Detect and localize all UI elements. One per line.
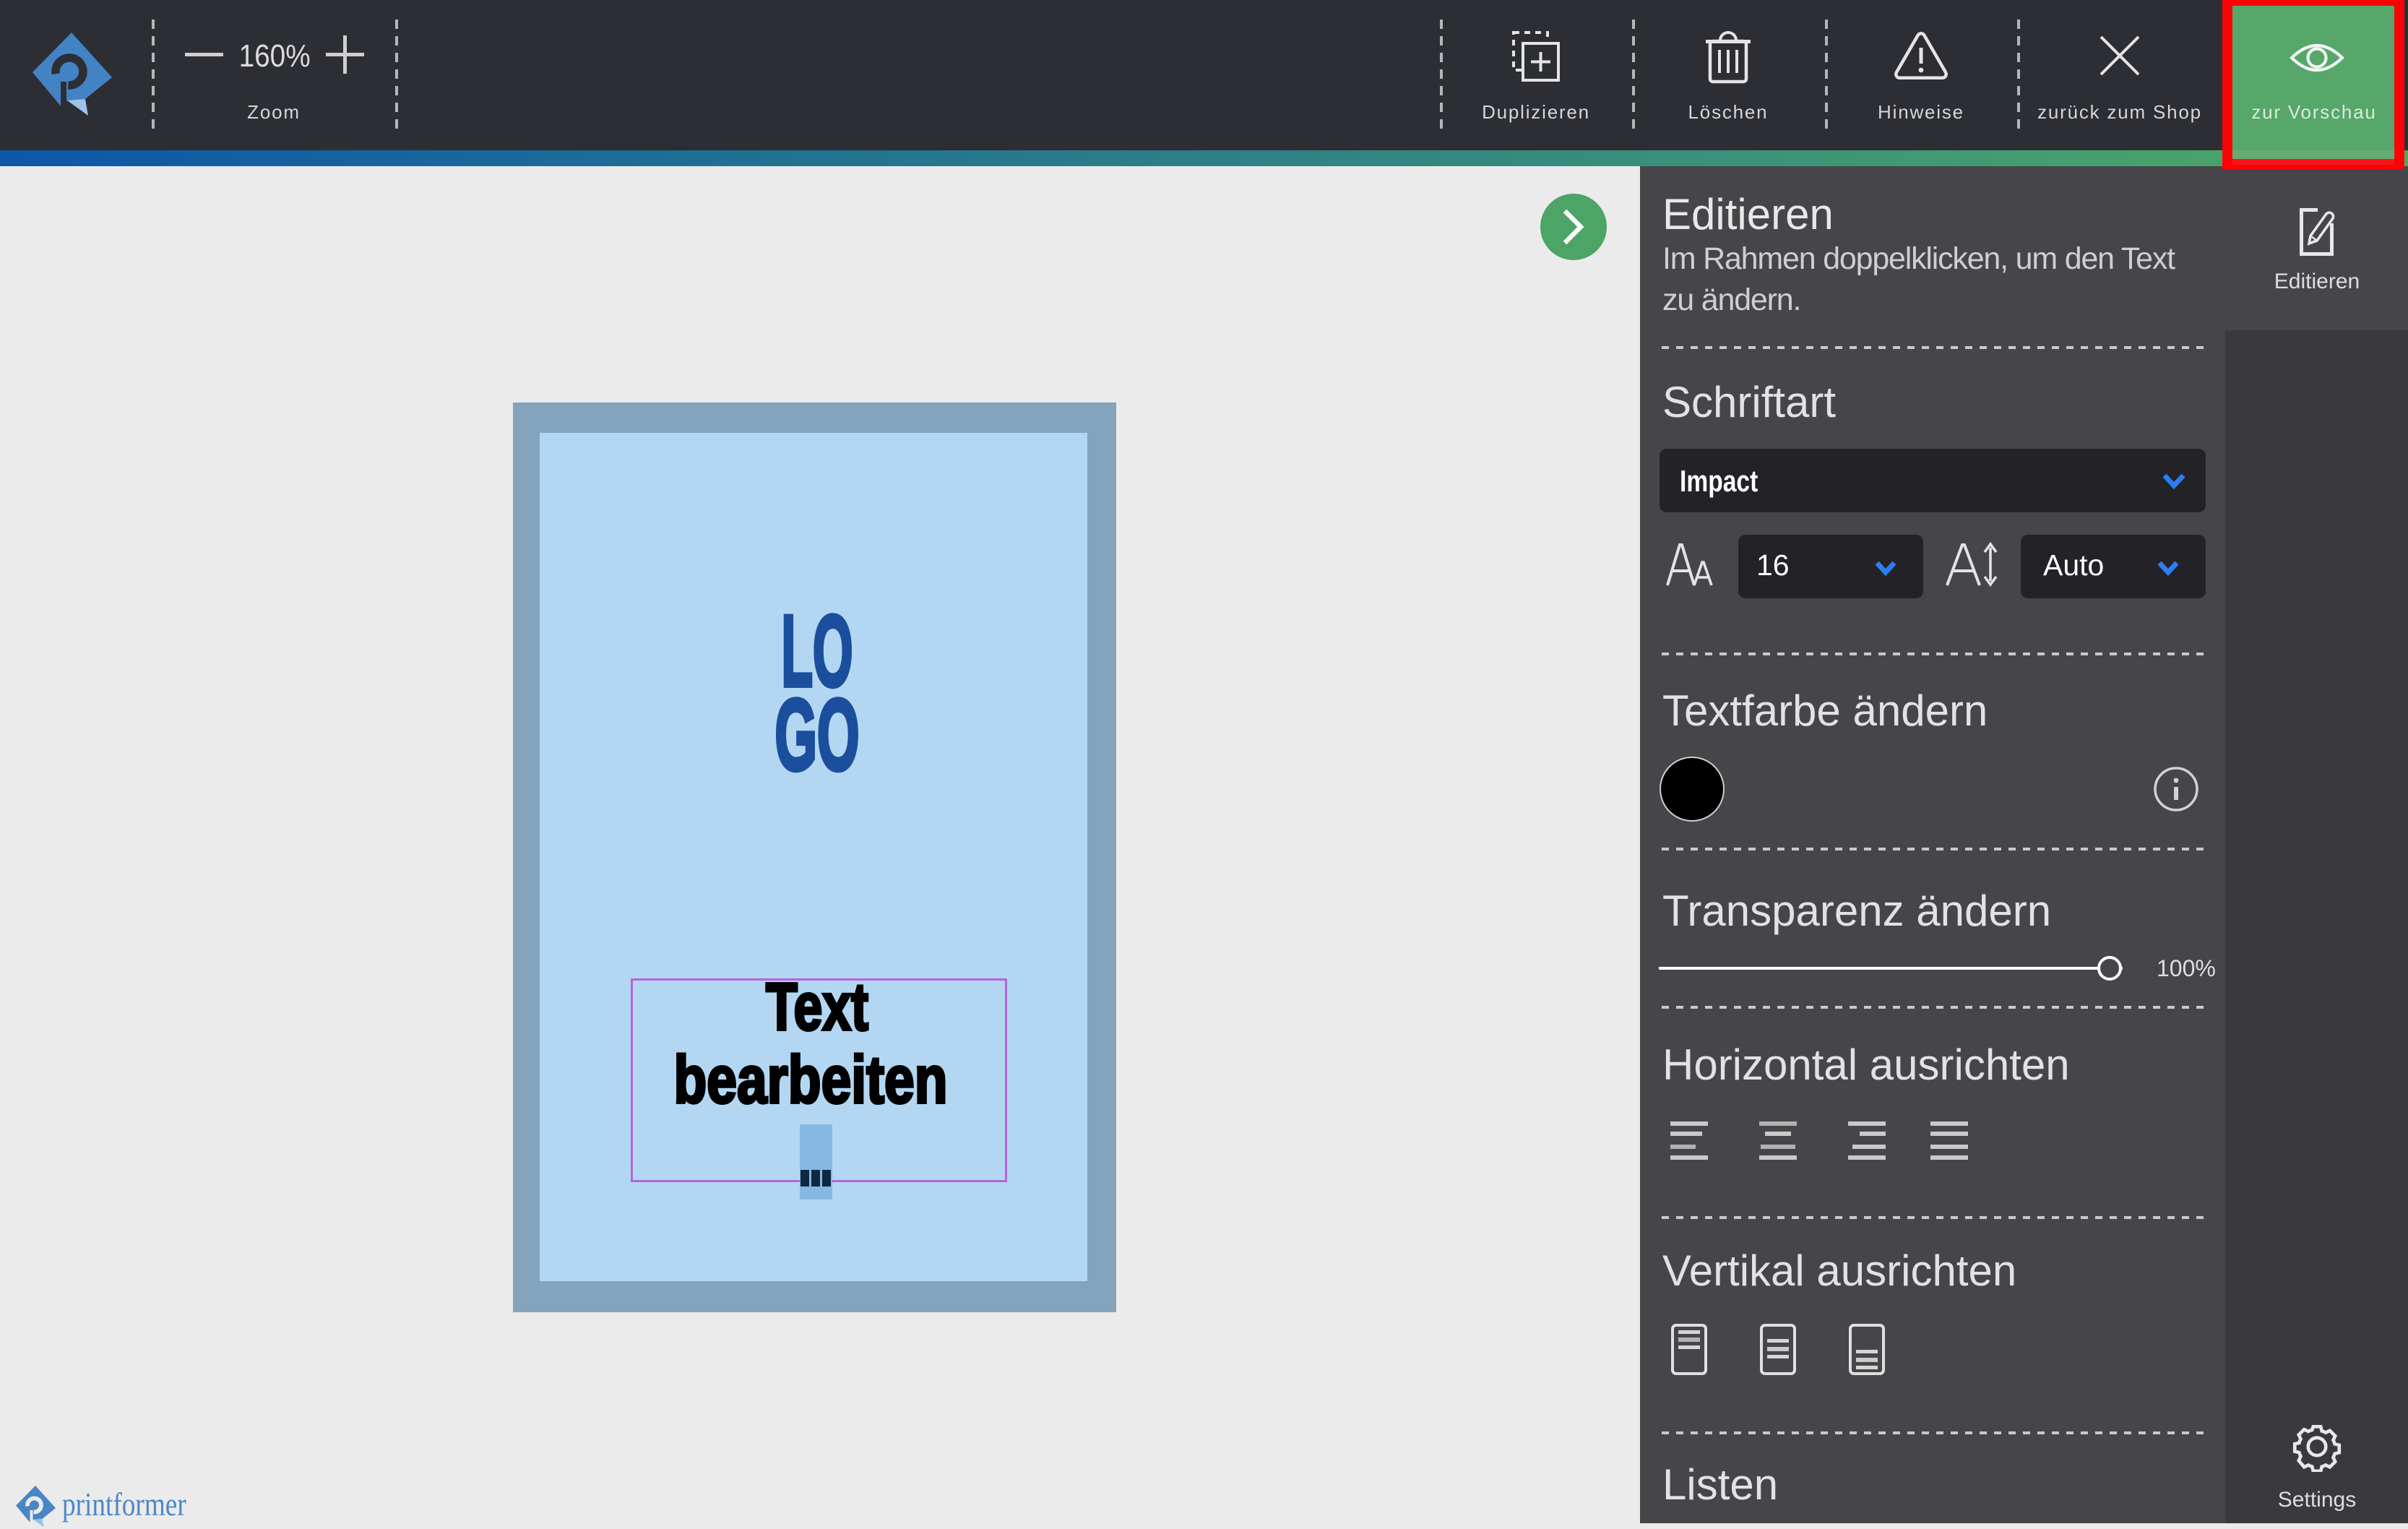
svg-text:Text: Text	[766, 969, 868, 1044]
svg-text:GO: GO	[775, 678, 860, 791]
svg-text:bearbeiten: bearbeiten	[674, 1042, 948, 1113]
